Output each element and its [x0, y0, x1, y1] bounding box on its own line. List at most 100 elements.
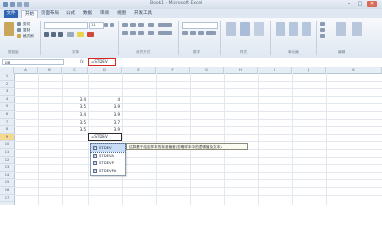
delete-cells-icon[interactable] [289, 22, 298, 36]
column-header[interactable]: C [62, 67, 88, 73]
decimal-icon[interactable] [206, 31, 216, 35]
clear-icon[interactable] [320, 34, 325, 38]
cut-button[interactable]: 剪切 [23, 22, 30, 27]
cell-c5[interactable]: 3.5 [62, 103, 86, 111]
column-header[interactable]: K [326, 67, 382, 73]
cell-styles-icon[interactable] [254, 22, 264, 36]
borders-icon[interactable] [67, 32, 74, 37]
cell-c7[interactable]: 3.5 [62, 119, 86, 127]
column-header[interactable]: E [122, 67, 156, 73]
align-top-icon[interactable] [122, 23, 128, 27]
indent-icon[interactable] [148, 31, 154, 35]
autocomplete-item-stdeva[interactable]: ƒ STDEVA [91, 152, 125, 160]
row-header[interactable]: 14 [0, 172, 14, 180]
cut-icon[interactable] [17, 22, 21, 26]
column-header[interactable]: I [258, 67, 292, 73]
row-header[interactable]: 3 [0, 88, 14, 96]
font-size-dropdown[interactable]: 11 [89, 22, 104, 29]
currency-icon[interactable] [182, 31, 188, 35]
autocomplete-item-stdev[interactable]: ƒ STDEV [90, 143, 126, 153]
merge-center-icon[interactable] [158, 31, 172, 35]
underline-icon[interactable] [58, 32, 63, 37]
fill-color-icon[interactable] [77, 32, 84, 37]
row-header[interactable]: 6 [0, 111, 14, 119]
tab-view[interactable]: 视图 [114, 10, 129, 18]
column-header[interactable]: B [38, 67, 62, 73]
grow-font-icon[interactable] [104, 23, 108, 27]
row-header-active[interactable]: 9 [0, 133, 14, 142]
maximize-button[interactable]: □ [355, 1, 365, 7]
row-header[interactable]: 17 [0, 195, 14, 203]
cell-d4[interactable]: 4 [88, 96, 120, 104]
font-name-dropdown[interactable] [44, 22, 88, 29]
fill-icon[interactable] [320, 28, 325, 32]
row-header[interactable]: 4 [0, 96, 14, 104]
row-header[interactable]: 1 [0, 73, 14, 81]
format-cells-icon[interactable] [302, 22, 311, 36]
row-header[interactable]: 2 [0, 81, 14, 89]
save-icon[interactable] [10, 2, 15, 7]
formula-input[interactable]: =STDEV [88, 58, 116, 66]
cell-d7[interactable]: 3.7 [88, 119, 120, 127]
row-header[interactable]: 16 [0, 187, 14, 195]
row-header[interactable]: 13 [0, 164, 14, 172]
column-header[interactable]: G [190, 67, 224, 73]
cell-c6[interactable]: 3.4 [62, 111, 86, 119]
cell-c4[interactable]: 3.4 [62, 96, 86, 104]
align-right-icon[interactable] [138, 31, 144, 35]
insert-cells-icon[interactable] [276, 22, 285, 36]
tab-page-layout[interactable]: 页面布局 [38, 10, 62, 18]
align-bottom-icon[interactable] [138, 23, 144, 27]
column-header[interactable]: A [14, 67, 38, 73]
conditional-formatting-icon[interactable] [226, 22, 236, 36]
format-painter-button[interactable]: 格式刷 [23, 34, 34, 39]
align-left-icon[interactable] [122, 31, 128, 35]
format-painter-icon[interactable] [17, 34, 21, 38]
cell-d5[interactable]: 3.9 [88, 103, 120, 111]
align-center-icon[interactable] [130, 31, 136, 35]
column-header[interactable]: F [156, 67, 190, 73]
italic-icon[interactable] [51, 32, 56, 37]
format-as-table-icon[interactable] [240, 22, 250, 36]
align-middle-icon[interactable] [130, 23, 136, 27]
tab-developer[interactable]: 开发工具 [131, 10, 155, 18]
paste-icon[interactable] [4, 22, 14, 36]
orientation-icon[interactable] [148, 23, 154, 27]
redo-icon[interactable] [24, 2, 29, 7]
row-header[interactable]: 12 [0, 157, 14, 165]
cell-d6[interactable]: 3.9 [88, 111, 120, 119]
row-header[interactable]: 7 [0, 119, 14, 127]
column-header[interactable]: H [224, 67, 258, 73]
close-button[interactable]: ✕ [367, 1, 377, 7]
row-header[interactable]: 15 [0, 179, 14, 187]
copy-button[interactable]: 复制 [23, 28, 30, 33]
minimize-button[interactable]: – [344, 1, 354, 7]
insert-function-icon[interactable]: fx [80, 59, 86, 65]
wrap-text-icon[interactable] [158, 23, 172, 27]
row-header[interactable]: 10 [0, 141, 14, 149]
tab-data[interactable]: 数据 [80, 10, 95, 18]
find-select-icon[interactable] [352, 22, 362, 36]
number-format-dropdown[interactable] [182, 22, 218, 29]
row-header[interactable]: 5 [0, 103, 14, 111]
shrink-font-icon[interactable] [110, 23, 114, 27]
autocomplete-item-stdevpa[interactable]: ƒ STDEVPA [91, 167, 125, 175]
row-header[interactable]: 11 [0, 149, 14, 157]
copy-icon[interactable] [17, 28, 21, 32]
name-box[interactable]: DB [2, 59, 64, 65]
tab-file[interactable]: 文件 [4, 10, 18, 18]
autosum-icon[interactable] [320, 22, 325, 26]
font-color-icon[interactable] [87, 32, 94, 37]
row-header[interactable]: 8 [0, 126, 14, 134]
undo-icon[interactable] [17, 2, 22, 7]
active-cell-d9[interactable]: =STDEV [88, 133, 122, 141]
percent-icon[interactable] [190, 31, 196, 35]
column-header[interactable]: D [88, 67, 122, 73]
autocomplete-item-stdevp[interactable]: ƒ STDEVP [91, 159, 125, 167]
sort-filter-icon[interactable] [336, 22, 346, 36]
tab-formulas[interactable]: 公式 [63, 10, 78, 18]
tab-review[interactable]: 审阅 [97, 10, 112, 18]
column-header[interactable]: J [292, 67, 326, 73]
cell-c8[interactable]: 3.5 [62, 126, 86, 134]
comma-icon[interactable] [198, 31, 204, 35]
